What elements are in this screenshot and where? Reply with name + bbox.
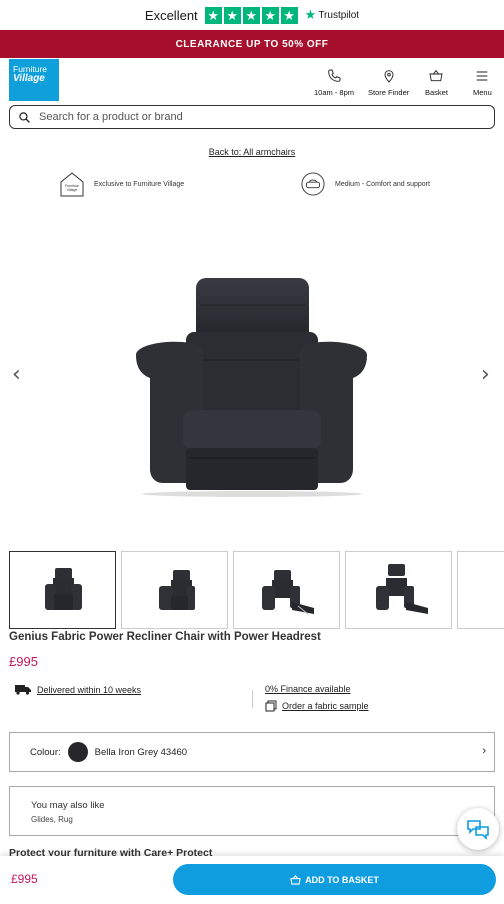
- location-pin-icon: [384, 70, 394, 83]
- opening-hours-button[interactable]: 10am - 8pm: [314, 68, 354, 97]
- trustpilot-bar[interactable]: Excellent ★ ★ ★ ★ ★ ★ Trustpilot: [0, 0, 504, 30]
- breadcrumb: Back to: All armchairs: [0, 147, 504, 157]
- add-to-basket-label: ADD TO BASKET: [305, 874, 379, 885]
- phone-icon: [328, 69, 341, 82]
- star-icon: ★: [242, 6, 260, 24]
- thumbnail-image: [261, 570, 314, 615]
- sticky-add-to-basket-bar: £995 ADD TO BASKET: [0, 856, 504, 904]
- colour-label: Colour:: [30, 746, 61, 758]
- also-like-items: Glides, Rug: [31, 815, 73, 824]
- logo-line-2: Village: [13, 73, 45, 84]
- delivery-text: Delivered within 10 weeks: [37, 684, 142, 695]
- basket-button[interactable]: Basket: [425, 68, 448, 97]
- menu-label: Menu: [473, 88, 492, 97]
- trustpilot-logo: ★ Trustpilot: [305, 7, 359, 23]
- search-icon: [19, 111, 30, 123]
- back-to-armchairs-link[interactable]: Back to: All armchairs: [209, 147, 296, 157]
- chevron-right-icon: ›: [482, 745, 486, 757]
- thumbnail-image: [158, 570, 195, 610]
- store-finder-button[interactable]: Store Finder: [368, 68, 409, 97]
- thumbnail-reclined[interactable]: [233, 551, 340, 629]
- clearance-banner[interactable]: CLEARANCE UP TO 50% OFF: [0, 30, 504, 58]
- thumbnail-side[interactable]: [457, 551, 504, 629]
- colour-swatch: [67, 742, 88, 762]
- usp-comfort: Medium - Comfort and support: [301, 171, 430, 197]
- star-icon: ★: [223, 6, 241, 24]
- you-may-also-like-box[interactable]: You may also like Glides, Rug: [9, 786, 495, 836]
- delivery-info[interactable]: Delivered within 10 weeks: [15, 684, 141, 695]
- info-divider: [252, 690, 253, 708]
- gallery-prev-arrow[interactable]: ‹: [12, 362, 21, 387]
- add-to-basket-button[interactable]: ADD TO BASKET: [173, 864, 496, 895]
- thumbnail-front[interactable]: [9, 551, 116, 629]
- gallery-next-arrow[interactable]: ›: [481, 362, 490, 387]
- finance-link[interactable]: 0% Finance available: [265, 684, 351, 694]
- fabric-sample-link[interactable]: Order a fabric sample: [265, 700, 369, 712]
- also-like-title: You may also like: [31, 800, 105, 811]
- star-icon: ★: [204, 6, 222, 24]
- fabric-sample-icon: [265, 700, 277, 712]
- furniture-village-logo[interactable]: Furniture Village: [9, 59, 59, 101]
- fabric-sample-text: Order a fabric sample: [282, 701, 369, 711]
- thumbnail-image: [481, 560, 504, 620]
- usp-exclusive: Furniture Village Exclusive to Furniture…: [60, 171, 184, 197]
- hours-label: 10am - 8pm: [314, 88, 355, 97]
- product-price: £995: [9, 654, 38, 669]
- product-title: Genius Fabric Power Recliner Chair with …: [9, 631, 321, 643]
- comfort-cushion-icon: [301, 172, 325, 196]
- thumbnail-strip: [9, 551, 504, 629]
- chat-button[interactable]: [457, 808, 499, 850]
- thumbnail-image: [375, 564, 428, 614]
- trustpilot-star-icon: ★: [304, 7, 317, 22]
- thumbnail-angle[interactable]: [121, 551, 228, 629]
- colour-selector[interactable]: Colour: Bella Iron Grey 43460 ›: [9, 732, 495, 772]
- menu-button[interactable]: Menu: [473, 68, 492, 97]
- search-input[interactable]: [39, 111, 469, 123]
- basket-label: Basket: [425, 88, 448, 97]
- chat-bubble-icon: [467, 820, 489, 840]
- star-icon: ★: [261, 6, 279, 24]
- product-page: { "trustpilot": { "rating_text": "Excell…: [0, 0, 504, 904]
- product-hero-image[interactable]: [0, 220, 504, 540]
- basket-icon: [429, 69, 444, 82]
- hamburger-menu-icon: [477, 71, 488, 81]
- thumbnail-headrest[interactable]: [345, 551, 452, 629]
- trustpilot-brand: Trustpilot: [318, 9, 360, 21]
- usp-comfort-text: Medium - Comfort and support: [335, 180, 430, 188]
- star-icon: ★: [280, 6, 298, 24]
- usp-exclusive-text: Exclusive to Furniture Village: [94, 180, 185, 188]
- site-header: Furniture Village 10am - 8pm Store Finde…: [0, 58, 504, 102]
- thumbnail-image: [44, 568, 82, 610]
- colour-value: Bella Iron Grey 43460: [94, 746, 188, 758]
- store-finder-label: Store Finder: [368, 88, 410, 97]
- finance-text: 0% Finance available: [265, 684, 351, 694]
- exclusive-icon-text-2: Village: [67, 188, 77, 192]
- trustpilot-stars: ★ ★ ★ ★ ★: [204, 6, 298, 24]
- basket-icon: [290, 874, 301, 885]
- sticky-price: £995: [11, 872, 38, 886]
- delivery-truck-icon: [15, 685, 31, 695]
- search-bar[interactable]: [9, 105, 495, 129]
- exclusive-house-icon: Furniture Village: [60, 172, 84, 197]
- trustpilot-rating-text: Excellent: [144, 7, 198, 23]
